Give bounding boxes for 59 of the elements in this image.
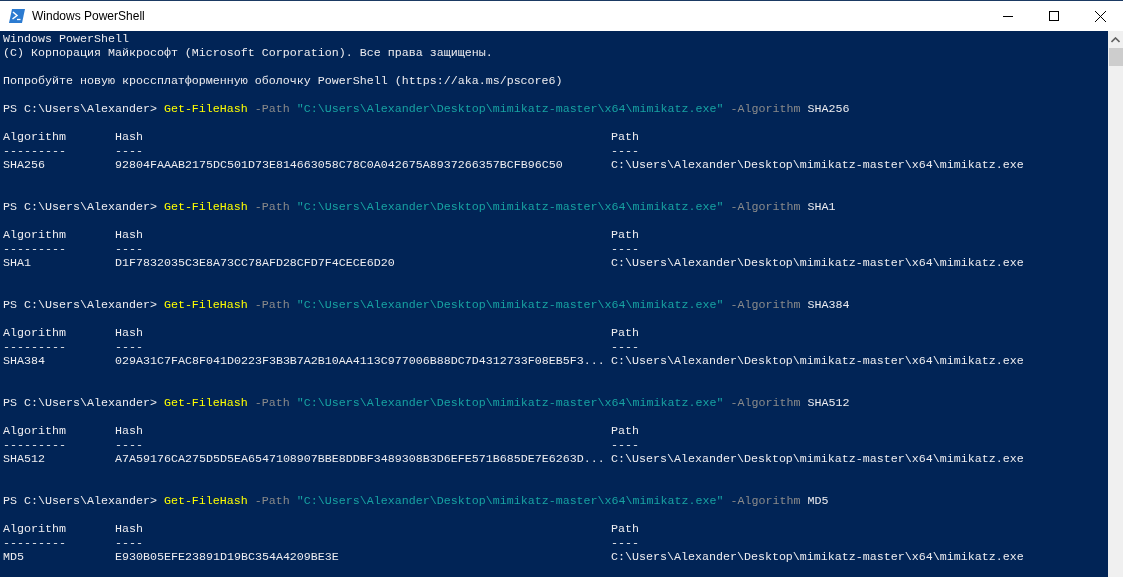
header-underline: ---- (115, 340, 143, 354)
command-line: PS C:\Users\Alexander> Get-FileHash -Path "C:\Users\Alexander\Desktop\mimikatz-master\x64\mimikatz.exe" -Algorithm SHA384 (3, 298, 851, 312)
column-header: Path (611, 424, 639, 438)
maximize-icon (1049, 11, 1059, 21)
column-header: Path (611, 522, 639, 536)
table-cell: C:\Users\Alexander\Desktop\mimikatz-master\x64\mimikatz.exe (611, 452, 1024, 466)
table-cell: 92804FAAAB2175DC501D73E814663058C78C0A042675A8937266357BCFB96C50 (115, 158, 563, 172)
column-header: Path (611, 130, 639, 144)
header-underline: --------- (3, 144, 66, 158)
column-header: Algorithm (3, 326, 66, 340)
header-underline: ---- (611, 144, 639, 158)
console-line: Windows PowerShell (3, 32, 129, 46)
header-underline: ---- (115, 536, 143, 550)
header-underline: ---- (611, 438, 639, 452)
header-underline: ---- (611, 242, 639, 256)
table-cell: MD5 (3, 550, 24, 564)
command-line: PS C:\Users\Alexander> Get-FileHash -Path "C:\Users\Alexander\Desktop\mimikatz-master\x64\mimikatz.exe" -Algorithm MD5 (3, 494, 830, 508)
table-cell: D1F7832035C3E8A73CC78AFD28CFD7F4CECE6D20 (115, 256, 395, 270)
table-cell: C:\Users\Alexander\Desktop\mimikatz-master\x64\mimikatz.exe (611, 550, 1024, 564)
header-underline: ---- (611, 536, 639, 550)
column-header: Hash (115, 522, 143, 536)
column-header: Hash (115, 130, 143, 144)
console-line: (C) Корпорация Майкрософт (Microsoft Corporation). Все права защищены. (3, 46, 493, 60)
table-cell: 029A31C7FAC8F041D0223F3B3B7A2B10AA4113C977006B88DC7D4312733F08EB5F3... (115, 354, 605, 368)
column-header: Hash (115, 424, 143, 438)
table-cell: C:\Users\Alexander\Desktop\mimikatz-master\x64\mimikatz.exe (611, 354, 1024, 368)
column-header: Path (611, 228, 639, 242)
close-icon (1094, 10, 1106, 22)
header-underline: ---- (115, 438, 143, 452)
header-underline: ---- (611, 340, 639, 354)
powershell-icon (9, 9, 25, 23)
header-underline: ---- (115, 242, 143, 256)
column-header: Hash (115, 228, 143, 242)
header-underline: ---- (115, 144, 143, 158)
table-cell: A7A59176CA275D5D5EA6547108907BBE8DDBF3489308B3D6EFE571B685DE7E6263D... (115, 452, 605, 466)
header-underline: --------- (3, 242, 66, 256)
header-underline: --------- (3, 438, 66, 452)
table-cell: SHA1 (3, 256, 31, 270)
command-line: PS C:\Users\Alexander> Get-FileHash -Path "C:\Users\Alexander\Desktop\mimikatz-master\x64\mimikatz.exe" -Algorithm SHA1 (3, 200, 837, 214)
column-header: Path (611, 326, 639, 340)
column-header: Algorithm (3, 130, 66, 144)
column-header: Hash (115, 326, 143, 340)
scroll-up-icon[interactable] (1111, 37, 1120, 43)
column-header: Algorithm (3, 228, 66, 242)
command-line: PS C:\Users\Alexander> Get-FileHash -Path "C:\Users\Alexander\Desktop\mimikatz-master\x64\mimikatz.exe" -Algorithm SHA512 (3, 396, 851, 410)
table-cell: SHA512 (3, 452, 45, 466)
table-cell: E930B05EFE23891D19BC354A4209BE3E (115, 550, 339, 564)
window-title: Windows PowerShell (32, 8, 145, 25)
command-line: PS C:\Users\Alexander> Get-FileHash -Path "C:\Users\Alexander\Desktop\mimikatz-master\x64\mimikatz.exe" -Algorithm SHA256 (3, 102, 851, 116)
table-cell: C:\Users\Alexander\Desktop\mimikatz-master\x64\mimikatz.exe (611, 158, 1024, 172)
column-header: Algorithm (3, 522, 66, 536)
table-cell: C:\Users\Alexander\Desktop\mimikatz-master\x64\mimikatz.exe (611, 256, 1024, 270)
scrollbar-thumb[interactable] (1108, 48, 1123, 66)
column-header: Algorithm (3, 424, 66, 438)
header-underline: --------- (3, 340, 66, 354)
table-cell: SHA256 (3, 158, 45, 172)
console-line: Попробуйте новую кроссплатформенную оболочку PowerShell (https://aka.ms/pscore6) (3, 74, 563, 88)
header-underline: --------- (3, 536, 66, 550)
table-cell: SHA384 (3, 354, 45, 368)
